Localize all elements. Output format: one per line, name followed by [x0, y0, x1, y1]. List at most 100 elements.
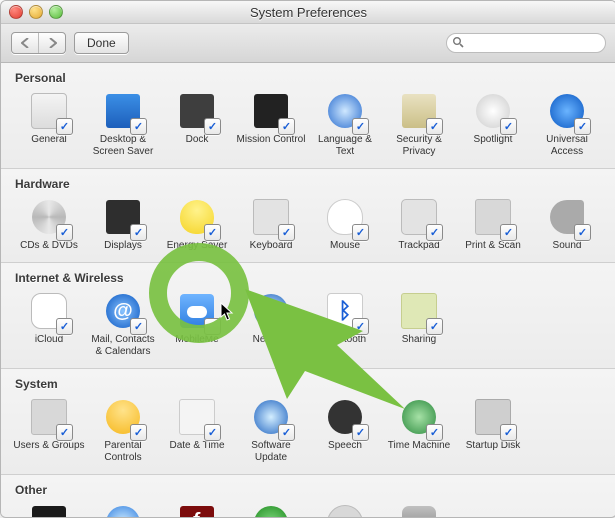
- software-update-icon: [251, 397, 291, 437]
- chevron-right-icon: [48, 38, 57, 48]
- prefpane-dock[interactable]: Dock: [161, 91, 233, 158]
- prefpane-label: Language & Text: [309, 134, 381, 158]
- app-icon: [327, 505, 363, 518]
- prefpane-print-scan[interactable]: Print & Scan: [457, 197, 529, 252]
- section-other: OtherDefault Folder XDivXFlash PlayerFli…: [1, 475, 615, 518]
- prefpane-mission-control[interactable]: Mission Control: [235, 91, 307, 158]
- prefpane-mouse[interactable]: Mouse: [309, 197, 381, 252]
- visibility-checkbox[interactable]: [204, 118, 221, 135]
- app-icon: [32, 506, 66, 518]
- back-button[interactable]: [12, 33, 38, 53]
- sharing-icon: [399, 291, 439, 331]
- prefpane-general[interactable]: General: [13, 91, 85, 158]
- dock-icon: [177, 91, 217, 131]
- visibility-checkbox[interactable]: [574, 118, 591, 135]
- visibility-checkbox[interactable]: [278, 424, 295, 441]
- sound-icon: [547, 197, 587, 237]
- prefpane-label: Users & Groups: [13, 440, 85, 452]
- mail-contacts-calendars-icon: [103, 291, 143, 331]
- visibility-checkbox[interactable]: [130, 224, 147, 241]
- visibility-checkbox[interactable]: [204, 424, 221, 441]
- app-icon: [254, 506, 288, 518]
- prefpane-icloud[interactable]: iCloud: [13, 291, 85, 358]
- prefpane-keyboard[interactable]: Keyboard: [235, 197, 307, 252]
- visibility-checkbox[interactable]: [500, 224, 517, 241]
- prefpane-label: Trackpad: [383, 240, 455, 252]
- icloud-icon: [29, 291, 69, 331]
- security-privacy-icon: [399, 91, 439, 131]
- visibility-checkbox[interactable]: [204, 318, 221, 335]
- visibility-checkbox[interactable]: [56, 424, 73, 441]
- search-input[interactable]: [446, 33, 606, 53]
- prefpane-label: Time Machine: [383, 440, 455, 452]
- prefpane-label: MobileMe: [161, 334, 233, 346]
- visibility-checkbox[interactable]: [500, 424, 517, 441]
- prefpane-software-update[interactable]: Software Update: [235, 397, 307, 464]
- toolbar: Done: [1, 24, 615, 63]
- visibility-checkbox[interactable]: [278, 318, 295, 335]
- prefpane-label: Print & Scan: [457, 240, 529, 252]
- nav-back-forward: [11, 32, 66, 54]
- visibility-checkbox[interactable]: [352, 424, 369, 441]
- prefpane-cds-dvds[interactable]: CDs & DVDs: [13, 197, 85, 252]
- app-icon: [180, 506, 214, 518]
- prefpane-desktop[interactable]: Desktop & Screen Saver: [87, 91, 159, 158]
- prefpane-sharing[interactable]: Sharing: [383, 291, 455, 358]
- prefpane-language-text[interactable]: Language & Text: [309, 91, 381, 158]
- visibility-checkbox[interactable]: [56, 224, 73, 241]
- prefpane-label: Speech: [309, 440, 381, 452]
- visibility-checkbox[interactable]: [352, 224, 369, 241]
- visibility-checkbox[interactable]: [130, 318, 147, 335]
- section-grid: CDs & DVDsDisplaysEnergy SaverKeyboardMo…: [1, 197, 615, 252]
- prefpane-label: Parental Controls: [87, 440, 159, 464]
- visibility-checkbox[interactable]: [426, 118, 443, 135]
- visibility-checkbox[interactable]: [426, 318, 443, 335]
- prefpane-spotlight[interactable]: Spotlight: [457, 91, 529, 158]
- prefpane-date-time[interactable]: Date & Time: [161, 397, 233, 464]
- prefpane-universal-access[interactable]: Universal Access: [531, 91, 603, 158]
- prefpane-displays[interactable]: Displays: [87, 197, 159, 252]
- prefpane-trackpad[interactable]: Trackpad: [383, 197, 455, 252]
- prefpane-label: Mouse: [309, 240, 381, 252]
- visibility-checkbox[interactable]: [574, 224, 591, 241]
- visibility-checkbox[interactable]: [426, 224, 443, 241]
- visibility-checkbox[interactable]: [278, 224, 295, 241]
- done-button[interactable]: Done: [74, 32, 129, 54]
- prefpane-mail-contacts-calendars[interactable]: Mail, Contacts & Calendars: [87, 291, 159, 358]
- visibility-checkbox[interactable]: [130, 424, 147, 441]
- prefpane-startup-disk[interactable]: Startup Disk: [457, 397, 529, 464]
- prefpane-users-groups[interactable]: Users & Groups: [13, 397, 85, 464]
- prefpane-bluetooth[interactable]: Bluetooth: [309, 291, 381, 358]
- prefpane-speech[interactable]: Speech: [309, 397, 381, 464]
- chevron-left-icon: [21, 38, 30, 48]
- visibility-checkbox[interactable]: [352, 118, 369, 135]
- visibility-checkbox[interactable]: [500, 118, 517, 135]
- prefpane-security-privacy[interactable]: Security & Privacy: [383, 91, 455, 158]
- prefpane-parental-controls[interactable]: Parental Controls: [87, 397, 159, 464]
- prefpane-label: Spotlight: [457, 134, 529, 146]
- prefpane-network[interactable]: Network: [235, 291, 307, 358]
- visibility-checkbox[interactable]: [426, 424, 443, 441]
- forward-button[interactable]: [38, 33, 65, 53]
- prefpane-time-machine[interactable]: Time Machine: [383, 397, 455, 464]
- visibility-checkbox[interactable]: [352, 318, 369, 335]
- visibility-checkbox[interactable]: [204, 224, 221, 241]
- prefpane-sound[interactable]: Sound: [531, 197, 603, 252]
- visibility-checkbox[interactable]: [130, 118, 147, 135]
- minimize-icon[interactable]: [29, 5, 43, 19]
- zoom-icon[interactable]: [49, 5, 63, 19]
- visibility-checkbox[interactable]: [56, 318, 73, 335]
- date-time-icon: [177, 397, 217, 437]
- visibility-checkbox[interactable]: [56, 118, 73, 135]
- time-machine-icon: [399, 397, 439, 437]
- trackpad-icon: [399, 197, 439, 237]
- prefpane-label: Software Update: [235, 440, 307, 464]
- prefpane-grid: PersonalGeneralDesktop & Screen SaverDoc…: [1, 63, 615, 518]
- prefpane-energy-saver[interactable]: Energy Saver: [161, 197, 233, 252]
- prefpane-label: iCloud: [13, 334, 85, 346]
- section-grid: Users & GroupsParental ControlsDate & Ti…: [1, 397, 615, 464]
- close-icon[interactable]: [9, 5, 23, 19]
- cursor-icon: [220, 302, 234, 322]
- visibility-checkbox[interactable]: [278, 118, 295, 135]
- mobileme-icon: [177, 291, 217, 331]
